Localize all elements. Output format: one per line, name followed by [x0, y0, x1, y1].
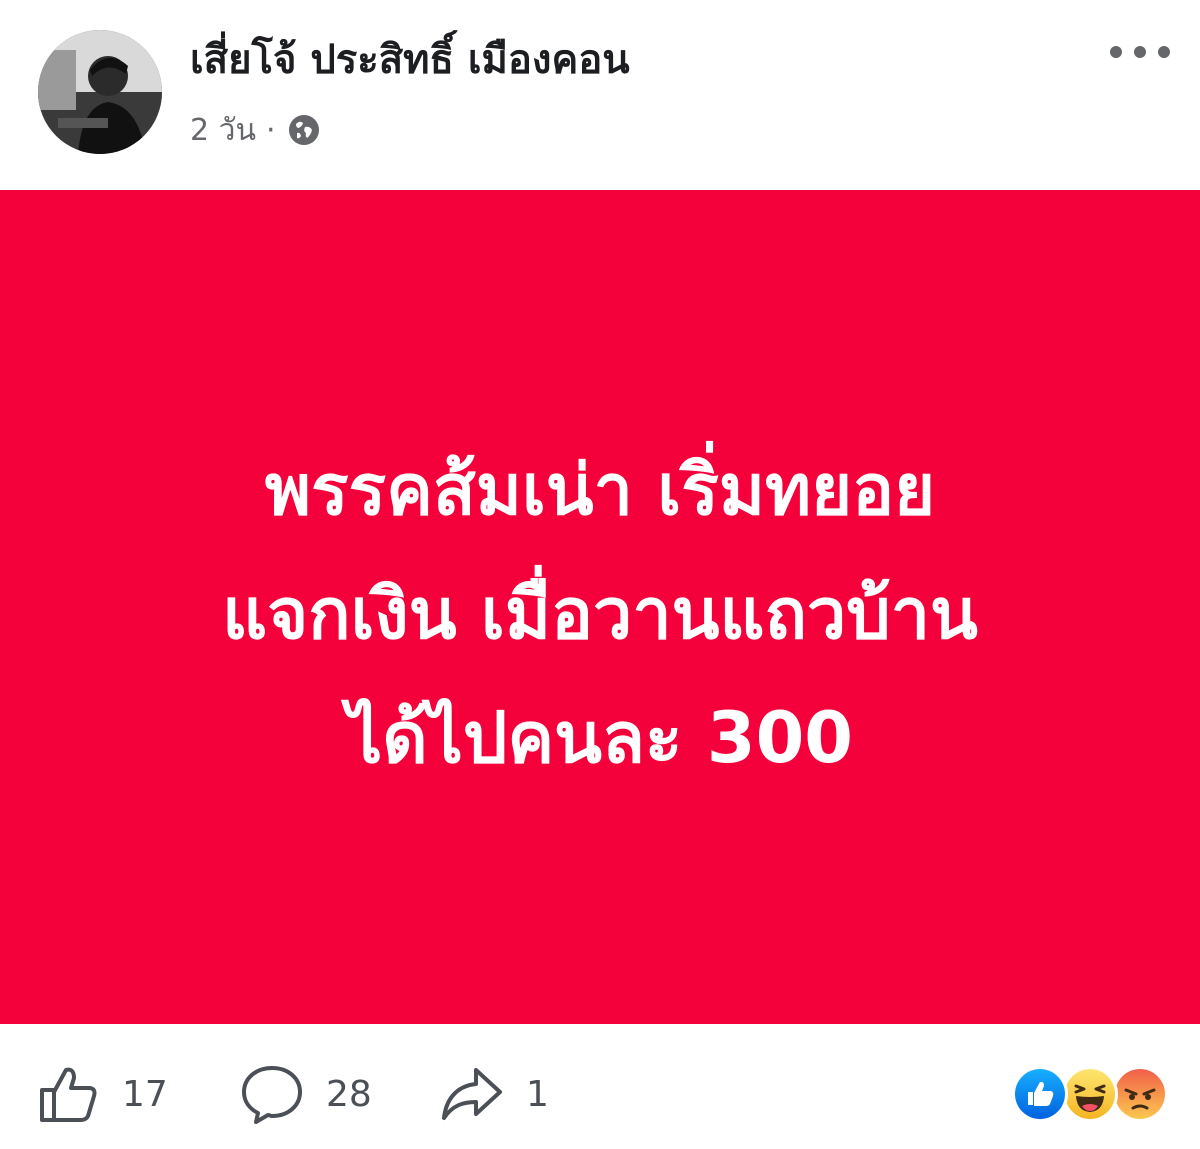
meta-separator: · — [265, 112, 276, 148]
haha-reaction-icon — [1062, 1066, 1118, 1122]
post-header: เสี่ยโจ้ ประสิทธิ์ เมืองคอน 2 วัน · — [0, 0, 1200, 190]
post-meta: 2 วัน · — [190, 106, 320, 154]
share-icon — [442, 1068, 502, 1120]
globe-icon[interactable] — [288, 114, 320, 146]
like-reaction-icon — [1012, 1066, 1068, 1122]
like-button[interactable]: 17 — [36, 1062, 168, 1126]
post-footer: 17 28 1 — [0, 1024, 1200, 1149]
more-horizontal-icon — [1110, 46, 1170, 58]
author-avatar[interactable] — [38, 30, 162, 154]
post-image[interactable]: พรรคส้มเน่า เริ่มทยอย แจกเงิน เมื่อวานแถ… — [0, 190, 1200, 1024]
comment-icon — [242, 1066, 302, 1124]
thumbs-up-icon — [40, 1067, 97, 1122]
reactions-summary[interactable] — [1012, 1066, 1170, 1124]
post-timestamp[interactable]: 2 วัน — [190, 107, 256, 154]
angry-reaction-icon — [1112, 1066, 1168, 1122]
author-name[interactable]: เสี่ยโจ้ ประสิทธิ์ เมืองคอน — [190, 28, 630, 92]
post-image-text: พรรคส้มเน่า เริ่มทยอย แจกเงิน เมื่อวานแถ… — [75, 428, 1125, 800]
comment-count: 28 — [326, 1073, 372, 1115]
share-button[interactable]: 1 — [440, 1062, 549, 1126]
post-text-line: แจกเงิน เมื่อวานแถวบ้าน — [222, 573, 978, 655]
more-options-button[interactable] — [1104, 30, 1176, 74]
post-text-line: ได้ไปคนละ 300 — [347, 697, 853, 779]
like-count: 17 — [122, 1073, 168, 1115]
share-count: 1 — [526, 1073, 549, 1115]
post-text-line: พรรคส้มเน่า เริ่มทยอย — [264, 449, 936, 531]
comment-button[interactable]: 28 — [240, 1062, 372, 1126]
